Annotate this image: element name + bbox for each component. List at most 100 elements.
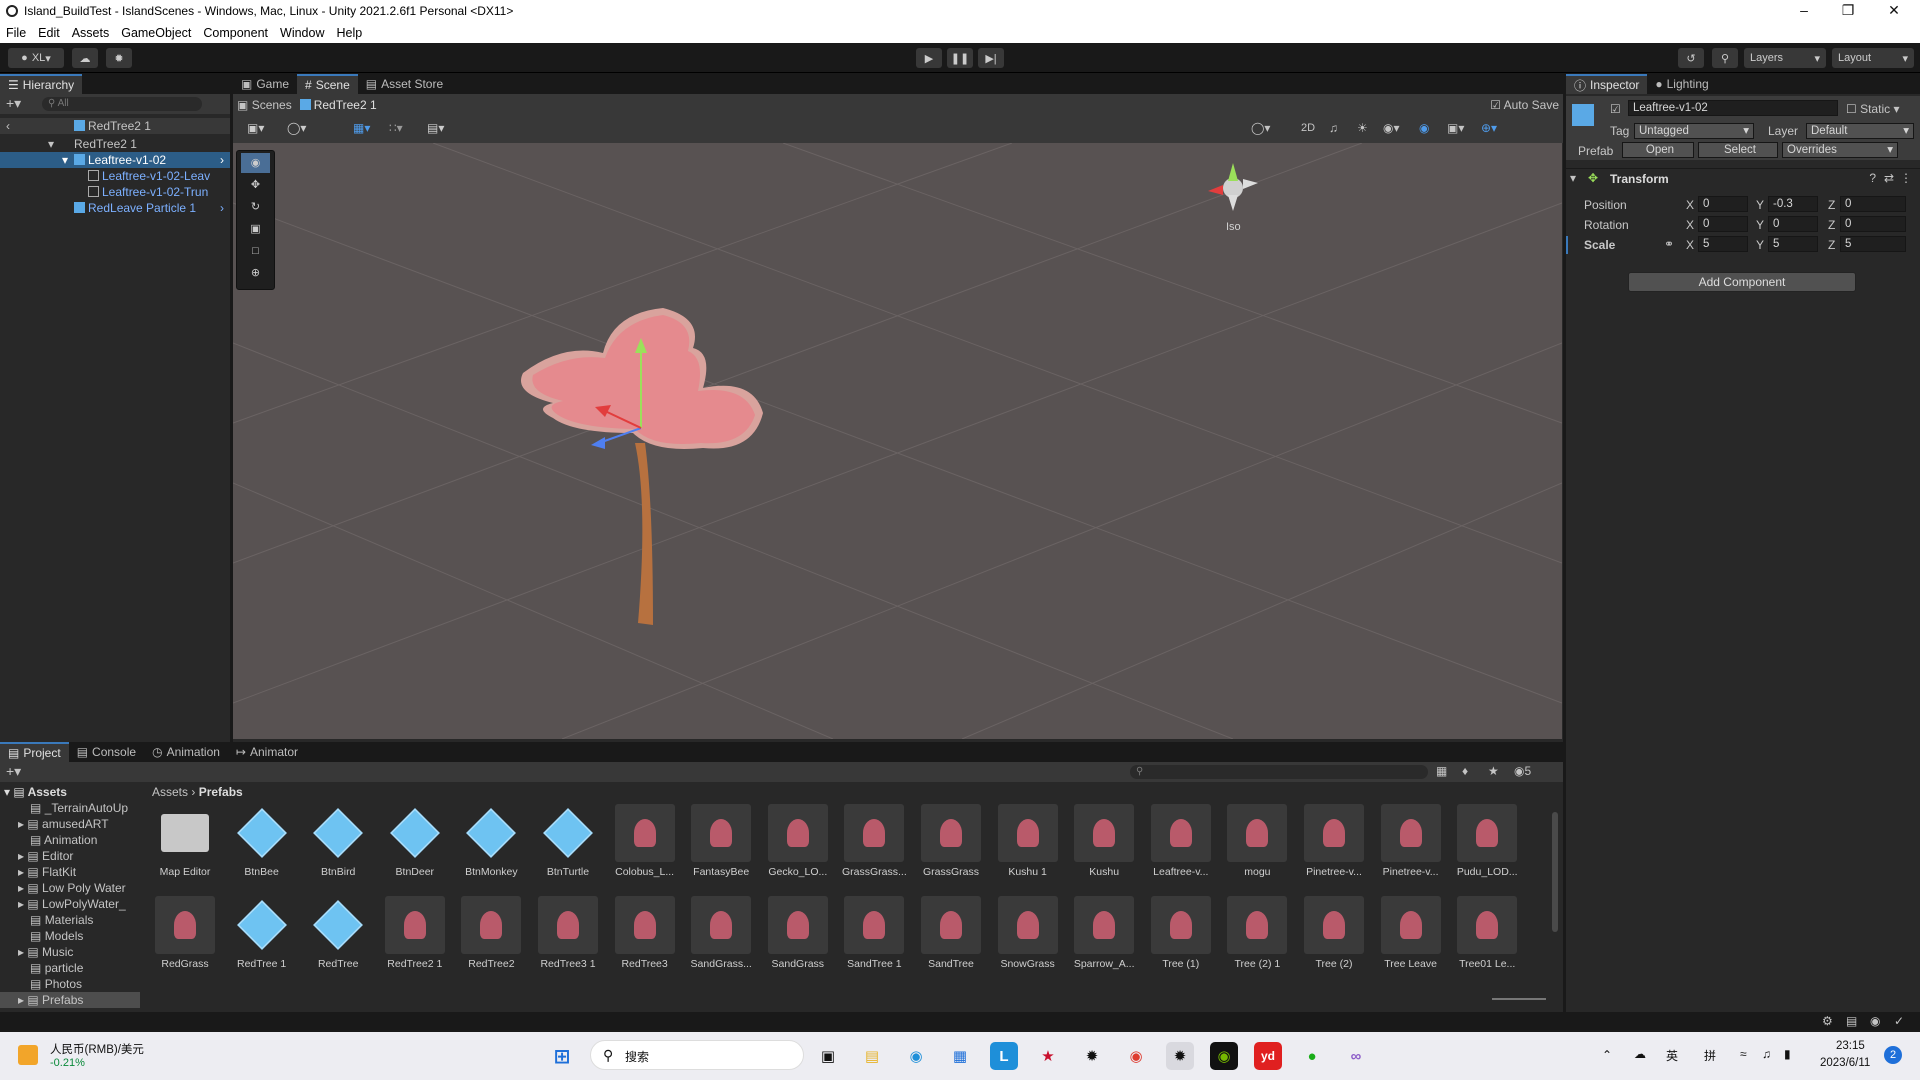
asset-item[interactable]: RedTree2 1 — [380, 896, 450, 970]
debug-icon[interactable]: ⚙ — [1822, 1014, 1833, 1028]
prefab-select-button[interactable]: Select — [1698, 142, 1778, 158]
breadcrumb-assets[interactable]: Assets — [152, 785, 188, 799]
asset-item[interactable]: Sparrow_A... — [1069, 896, 1139, 970]
position-y-field[interactable]: -0.3 — [1768, 196, 1818, 212]
prefab-open-button[interactable]: Open — [1622, 142, 1694, 158]
tree-item[interactable]: ▸ ▤ FlatKit — [18, 864, 76, 880]
hierarchy-item[interactable]: Leaftree-v1-02-Leav — [0, 168, 230, 184]
gizmos-dropdown[interactable]: ⊕▾ — [1481, 121, 1497, 135]
asset-item[interactable]: RedGrass — [150, 896, 220, 970]
auto-save-toggle[interactable]: ☑ Auto Save — [1490, 98, 1559, 112]
asset-item[interactable]: BtnDeer — [380, 804, 450, 878]
scale-y-field[interactable]: 5 — [1768, 236, 1818, 252]
taskbar-search[interactable]: ⚲ 搜索 — [590, 1040, 804, 1070]
filter-type-icon[interactable]: ▦ — [1436, 764, 1447, 778]
tree-item[interactable]: ▤ _TerrainAutoUp — [30, 800, 128, 816]
tree-item[interactable]: ▸ ▤ amusedART — [18, 816, 109, 832]
wechat-icon[interactable]: ● — [1298, 1042, 1326, 1070]
menu-gameobject[interactable]: GameObject — [115, 26, 197, 40]
breadcrumb-prefabs[interactable]: Prefabs — [199, 785, 243, 799]
scale-z-field[interactable]: 5 — [1840, 236, 1906, 252]
network-icon[interactable]: ◉ — [1870, 1014, 1880, 1028]
tree-item[interactable]: ▤ Models — [30, 928, 83, 944]
asset-item[interactable]: Tree01 Le... — [1452, 896, 1522, 970]
object-name-field[interactable]: Leaftree-v1-02 — [1628, 100, 1838, 116]
foldout-arrow-icon[interactable]: ▾ — [62, 152, 68, 168]
tab-asset-store[interactable]: ▤ Asset Store — [358, 74, 451, 94]
search-button[interactable]: ⚲ — [1712, 48, 1738, 68]
volume-icon[interactable]: ♫ — [1762, 1047, 1771, 1061]
lighting-toggle[interactable]: ◯▾ — [1251, 121, 1270, 135]
effects-icon[interactable]: ☀ — [1357, 121, 1368, 135]
hierarchy-scene-header[interactable]: ‹ RedTree2 1 — [0, 118, 230, 134]
more-options-icon[interactable]: ⋮ — [1900, 171, 1912, 185]
cache-icon[interactable]: ▤ — [1846, 1014, 1857, 1028]
menu-assets[interactable]: Assets — [66, 26, 116, 40]
prefab-overrides-dropdown[interactable]: Overrides ▾ — [1782, 142, 1898, 158]
asset-item[interactable]: FantasyBee — [686, 804, 756, 878]
asset-item[interactable]: RedTree3 — [610, 896, 680, 970]
wifi-icon[interactable]: ≈ — [1740, 1047, 1747, 1061]
edge-icon[interactable]: ◉ — [902, 1042, 930, 1070]
transform-tool-icon[interactable]: ⊕ — [241, 263, 270, 283]
tree-item[interactable]: ▤ Animation — [30, 832, 97, 848]
asset-item[interactable]: BtnBee — [227, 804, 297, 878]
asset-item[interactable]: BtnBird — [303, 804, 373, 878]
tab-scene[interactable]: # Scene — [297, 74, 358, 94]
tab-animation[interactable]: ◷ Animation — [144, 742, 228, 762]
asset-item[interactable]: SandGrass — [763, 896, 833, 970]
mcafee-icon[interactable]: ★ — [1034, 1042, 1062, 1070]
hierarchy-item[interactable]: ▾ RedTree2 1 — [0, 136, 230, 152]
tab-hierarchy[interactable]: ☰ Hierarchy — [0, 74, 83, 94]
link-icon[interactable]: ⚭ — [1664, 237, 1674, 251]
check-icon[interactable]: ✓ — [1894, 1014, 1904, 1028]
notification-badge[interactable]: 2 — [1884, 1046, 1902, 1064]
tab-animator[interactable]: ↦ Animator — [228, 742, 306, 762]
chrome-icon[interactable]: ◉ — [1122, 1042, 1150, 1070]
create-add-icon[interactable]: +▾ — [6, 763, 21, 780]
position-x-field[interactable]: 0 — [1698, 196, 1748, 212]
asset-item[interactable]: SandTree 1 — [839, 896, 909, 970]
asset-item[interactable]: Pinetree-v... — [1376, 804, 1446, 878]
asset-item[interactable]: Tree (2) 1 — [1222, 896, 1292, 970]
asset-item[interactable]: mogu — [1222, 804, 1292, 878]
view-tool-icon[interactable]: ◉ — [241, 153, 270, 173]
asset-item[interactable]: GrassGrass — [916, 804, 986, 878]
tree-item[interactable]: ▸ ▤ Music — [18, 944, 73, 960]
grid-snap-icon[interactable]: ▦▾ — [353, 121, 370, 135]
rotation-z-field[interactable]: 0 — [1840, 216, 1906, 232]
tree-item[interactable]: ▸ ▤ Low Poly Water — [18, 880, 126, 896]
visibility-icon[interactable]: ◉ — [1419, 121, 1429, 135]
filter-label-icon[interactable]: ♦ — [1462, 764, 1468, 778]
help-icon[interactable]: ? — [1869, 171, 1876, 185]
tab-console[interactable]: ▤ Console — [69, 742, 144, 762]
ime-mode[interactable]: 拼 — [1704, 1047, 1716, 1064]
menu-help[interactable]: Help — [330, 26, 368, 40]
tray-cloud-icon[interactable]: ☁ — [1634, 1047, 1646, 1061]
asset-item[interactable]: Map Editor — [150, 804, 220, 878]
asset-item[interactable]: Tree (2) — [1299, 896, 1369, 970]
asset-item[interactable]: SandTree — [916, 896, 986, 970]
tag-dropdown[interactable]: Untagged ▾ — [1634, 123, 1754, 139]
tree-item-assets[interactable]: ▾ ▤ Assets — [4, 784, 67, 800]
asset-item[interactable]: RedTree3 1 — [533, 896, 603, 970]
static-toggle[interactable]: ☐ Static ▾ — [1846, 102, 1899, 116]
add-component-button[interactable]: Add Component — [1628, 272, 1856, 292]
hierarchy-item[interactable]: Leaftree-v1-02-Trun — [0, 184, 230, 200]
tree-item[interactable]: ▤ Photos — [30, 976, 82, 992]
foldout-arrow-icon[interactable]: ▾ — [1570, 171, 1576, 185]
asset-item[interactable]: RedTree2 — [456, 896, 526, 970]
tree-item[interactable]: ▸ ▤ LowPolyWater_ — [18, 896, 126, 912]
tree-item[interactable]: ▸ ▤ Editor — [18, 848, 73, 864]
app-l-icon[interactable]: L — [990, 1042, 1018, 1070]
preset-icon[interactable]: ⇄ — [1884, 171, 1894, 185]
tab-game[interactable]: ▣ Game — [233, 74, 297, 94]
breadcrumb-scenes[interactable]: ▣ Scenes — [237, 98, 292, 112]
breadcrumb-prefab[interactable]: RedTree2 1 — [299, 98, 377, 112]
asset-item[interactable]: Tree Leave — [1376, 896, 1446, 970]
zoom-slider[interactable] — [1492, 998, 1546, 1000]
asset-item[interactable]: Kushu 1 — [993, 804, 1063, 878]
favorite-icon[interactable]: ★ — [1488, 764, 1499, 778]
play-button[interactable]: ▶ — [916, 48, 942, 68]
position-z-field[interactable]: 0 — [1840, 196, 1906, 212]
